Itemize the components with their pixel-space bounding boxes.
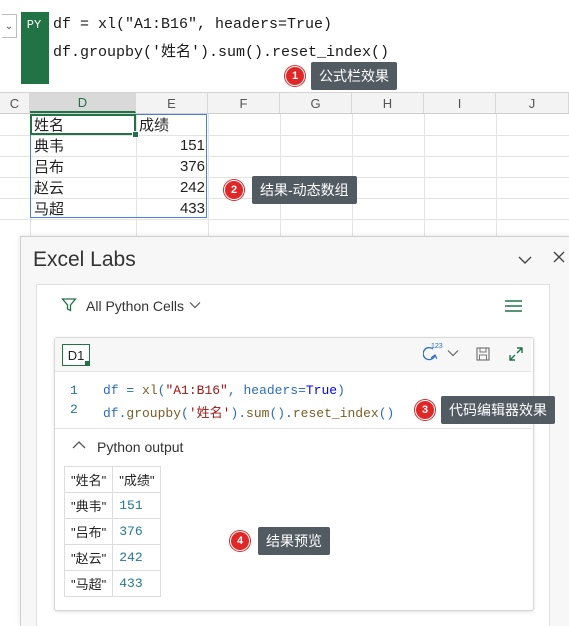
code-editor-line-2[interactable]: df.groupby('姓名').sum().reset_index() <box>103 402 394 421</box>
table-cell: 242 <box>112 544 162 571</box>
python-badge: PY <box>21 12 47 84</box>
callout-label-3: 代码编辑器效果 <box>441 396 555 424</box>
table-row: "吕布" 376 <box>63 518 162 545</box>
output-preview-table: "姓名" "成绩" "典韦" 151 "吕布" 376 "赵云" 242 "马超… <box>63 466 162 597</box>
table-cell: "马超" <box>63 570 114 597</box>
table-cell: 376 <box>112 518 162 545</box>
callout-badge-3: 3 <box>415 400 435 420</box>
pane-title: Excel Labs <box>33 248 136 271</box>
chevron-down-icon[interactable] <box>189 298 201 312</box>
table-header-cell: "姓名" <box>63 466 114 493</box>
callout-label-2: 结果-动态数组 <box>252 176 357 204</box>
python-output-toggle[interactable]: Python output <box>97 439 183 455</box>
chevron-down-icon[interactable] <box>518 252 532 268</box>
column-header-i[interactable]: I <box>424 93 496 113</box>
callout-label-4: 结果预览 <box>258 527 330 555</box>
formula-line-1[interactable]: df = xl("A1:B16", headers=True) <box>53 16 332 33</box>
editor-divider <box>55 428 531 429</box>
python-cell-header <box>55 338 531 372</box>
table-cell: "典韦" <box>63 492 114 519</box>
column-header-f[interactable]: F <box>208 93 280 113</box>
python-badge-divider <box>47 12 49 84</box>
save-icon[interactable] <box>476 347 490 366</box>
table-row: "姓名" "成绩" <box>63 466 162 493</box>
hamburger-menu-icon[interactable] <box>505 299 522 318</box>
chevron-down-icon[interactable]: ⌄ <box>2 14 17 38</box>
column-header-h[interactable]: H <box>352 93 424 113</box>
table-header-cell: "成绩" <box>112 466 162 493</box>
chevron-down-icon[interactable] <box>447 348 459 360</box>
table-cell: 151 <box>112 492 162 519</box>
callout-badge-1: 1 <box>285 66 305 86</box>
filter-dropdown[interactable]: All Python Cells <box>86 298 184 314</box>
table-row: "典韦" 151 <box>63 492 162 519</box>
callout-badge-2: 2 <box>224 180 244 200</box>
column-header-g[interactable]: G <box>280 93 352 113</box>
chevron-up-icon[interactable] <box>72 438 86 452</box>
callout-badge-4: 4 <box>230 531 250 551</box>
column-header-c[interactable]: C <box>0 93 30 113</box>
line-number: 2 <box>70 402 78 417</box>
output-type-superscript: 123 <box>431 343 443 350</box>
cell-reference-marker <box>85 361 89 365</box>
column-header-d[interactable]: D <box>30 93 136 113</box>
filter-icon[interactable] <box>61 297 77 318</box>
table-row: "赵云" 242 <box>63 544 162 571</box>
fill-handle[interactable] <box>132 131 139 138</box>
table-cell: 433 <box>112 570 162 597</box>
callout-label-1: 公式栏效果 <box>311 62 397 90</box>
table-cell: "赵云" <box>63 544 114 571</box>
table-cell: "吕布" <box>63 518 114 545</box>
line-number: 1 <box>70 383 78 398</box>
column-header-e[interactable]: E <box>136 93 208 113</box>
table-row: "马超" 433 <box>63 570 162 597</box>
expand-icon[interactable] <box>508 346 524 367</box>
formula-line-2[interactable]: df.groupby('姓名').sum().reset_index() <box>53 40 389 61</box>
column-header-row: C D E F G H I J <box>0 93 569 114</box>
code-editor-line-1[interactable]: df = xl("A1:B16", headers=True) <box>103 383 345 398</box>
close-icon[interactable] <box>552 249 566 269</box>
active-cell-outline <box>30 114 136 135</box>
column-header-j[interactable]: J <box>496 93 569 113</box>
